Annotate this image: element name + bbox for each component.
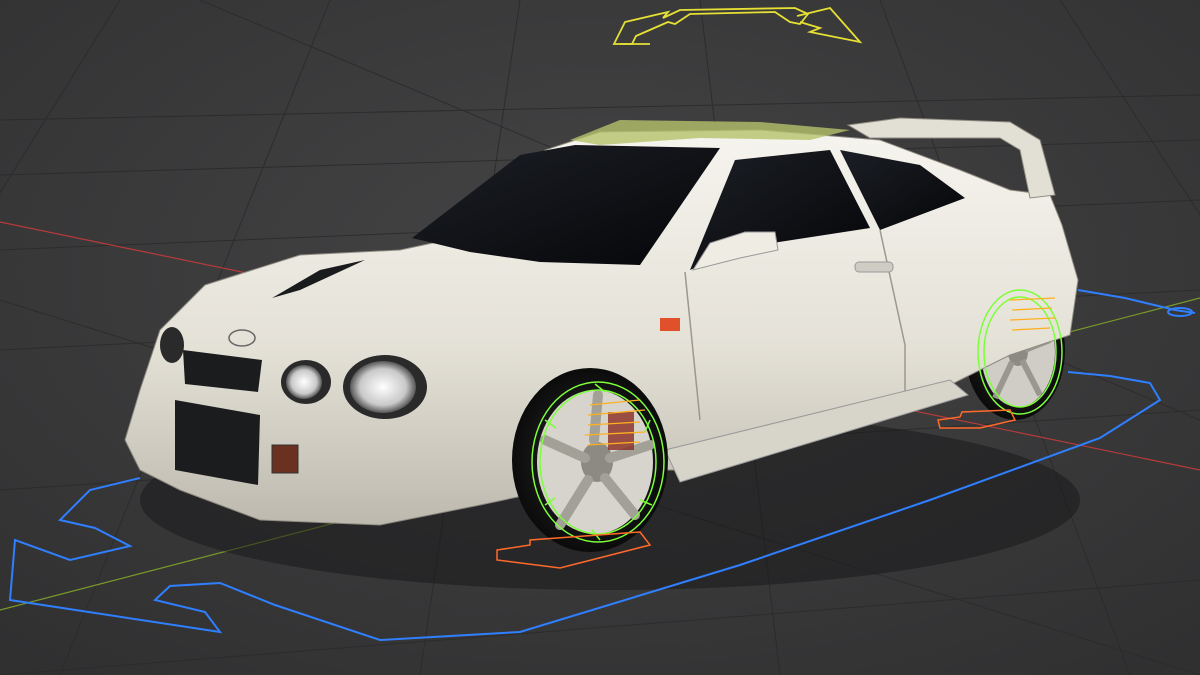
viewport-canvas[interactable] xyxy=(0,0,1200,675)
3d-viewport[interactable] xyxy=(0,0,1200,675)
front-wheel xyxy=(512,368,668,552)
